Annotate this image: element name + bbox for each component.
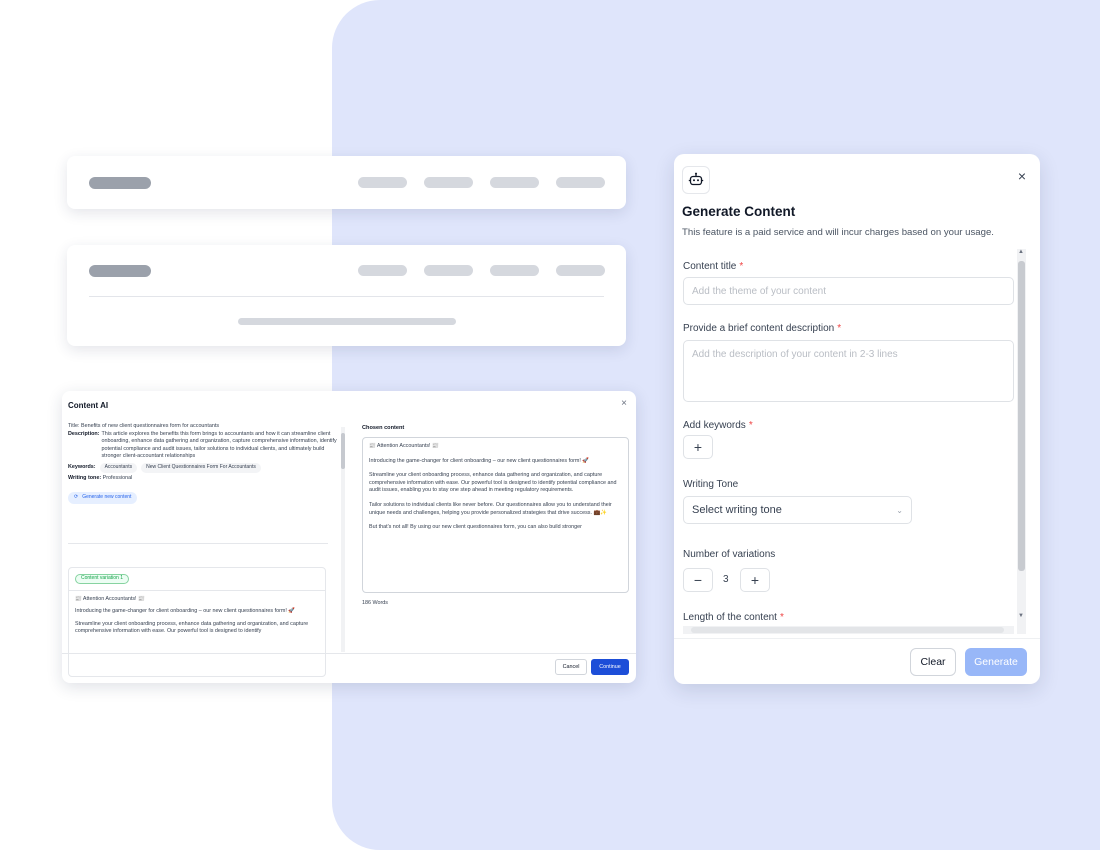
close-icon[interactable]: × — [621, 398, 627, 409]
chosen-paragraph: Introducing the game-changer for client … — [369, 457, 590, 464]
skeleton-card-top — [67, 156, 626, 209]
variations-label: Number of variations — [683, 549, 776, 560]
skeleton-title-bar — [89, 177, 151, 189]
increment-button[interactable]: + — [740, 568, 770, 592]
scroll-up-icon[interactable]: ▲ — [1018, 249, 1024, 255]
skeleton-nav-bar — [556, 265, 605, 276]
content-ai-modal: Content AI × Title: Benefits of new clie… — [62, 391, 636, 683]
description-label: Description: — [68, 430, 100, 437]
scrollbar-thumb[interactable] — [341, 433, 345, 469]
chosen-paragraph: Streamline your client onboarding proces… — [369, 472, 617, 494]
content-title-input[interactable]: Add the theme of your content — [683, 277, 1014, 305]
summary-keywords: Keywords: Accountants New Client Questio… — [68, 462, 338, 473]
required-mark: * — [739, 261, 744, 272]
scrollbar-thumb[interactable] — [691, 627, 1004, 633]
add-keyword-button[interactable]: + — [683, 435, 713, 459]
skeleton-text-bar — [238, 318, 456, 325]
close-icon[interactable]: × — [1018, 168, 1026, 184]
length-label: Length of the content * — [683, 612, 784, 623]
word-count: 186 Words — [362, 600, 388, 606]
decrement-button[interactable]: − — [683, 568, 713, 592]
content-variation-card[interactable]: Content variation 1 📰 Attention Accounta… — [68, 567, 326, 677]
select-value: Select writing tone — [692, 504, 782, 516]
required-mark: * — [748, 420, 753, 431]
summary-tone: Writing tone: Professional — [68, 475, 338, 483]
generate-button[interactable]: Generate — [965, 648, 1027, 676]
writing-tone-select[interactable]: Select writing tone ⌄ — [683, 496, 912, 524]
minus-icon: − — [693, 572, 703, 588]
description-value: This article explores the benefits this … — [101, 430, 337, 460]
skeleton-nav-bar — [358, 265, 407, 276]
keyword-chip: Accountants — [99, 462, 138, 473]
chosen-content-editor[interactable]: 📰 Attention Accountants! 📰 Introducing t… — [362, 437, 629, 593]
label-text: Provide a brief content description — [683, 323, 835, 334]
generate-new-content-button[interactable]: ⟳ Generate new content — [68, 492, 138, 504]
required-mark: * — [837, 323, 842, 334]
chosen-content-title: Chosen content — [362, 425, 405, 431]
form-body: Content title * Add the theme of your con… — [674, 249, 1040, 635]
generate-new-content-label: Generate new content — [82, 494, 132, 501]
skeleton-nav-bar — [358, 177, 407, 188]
horizontal-scrollbar[interactable] — [683, 626, 1014, 634]
skeleton-title-bar — [89, 265, 151, 277]
variations-value: 3 — [723, 574, 729, 585]
skeleton-nav-bar — [490, 265, 539, 276]
content-title-label: Content title * — [683, 261, 743, 272]
plus-icon: + — [693, 439, 703, 455]
skeleton-card-middle — [67, 245, 626, 346]
chevron-down-icon: ⌄ — [896, 505, 903, 515]
textarea-placeholder: Add the description of your content in 2… — [692, 349, 898, 360]
chosen-paragraph: But that's not all! By using our new cli… — [369, 524, 582, 531]
title-label: Title: — [68, 423, 80, 429]
variation-paragraph: Introducing the game-changer for client … — [75, 608, 296, 615]
label-text: Length of the content — [683, 612, 777, 623]
modal-title: Generate Content — [682, 204, 796, 219]
clear-button[interactable]: Clear — [910, 648, 956, 676]
tone-value: Professional — [102, 474, 133, 481]
keywords-label: Add keywords * — [683, 420, 753, 431]
modal-title: Content AI — [68, 401, 109, 410]
required-mark: * — [779, 612, 784, 623]
variation-paragraph: Streamline your client onboarding proces… — [75, 620, 309, 635]
summary-title: Title: Benefits of new client questionna… — [68, 423, 338, 431]
scrollbar-thumb[interactable] — [1018, 261, 1025, 571]
scroll-down-icon[interactable]: ▼ — [1018, 613, 1024, 619]
content-summary: Title: Benefits of new client questionna… — [68, 423, 338, 504]
variation-heading: 📰 Attention Accountants! 📰 — [75, 595, 145, 602]
variation-badge: Content variation 1 — [75, 574, 129, 584]
summary-description: Description: This article explores the b… — [68, 431, 338, 461]
description-label: Provide a brief content description * — [683, 323, 841, 334]
description-textarea[interactable]: Add the description of your content in 2… — [683, 340, 1014, 402]
skeleton-nav-bar — [424, 177, 473, 188]
generate-content-modal: × Generate Content This feature is a pai… — [674, 154, 1040, 684]
robot-icon — [682, 166, 710, 194]
left-scrollbar[interactable] — [341, 427, 345, 652]
footer-divider — [62, 653, 636, 654]
tone-label: Writing tone: — [68, 474, 102, 481]
footer-divider — [674, 638, 1040, 639]
plus-icon: + — [750, 572, 760, 588]
keywords-label: Keywords: — [68, 463, 96, 470]
chosen-paragraph: Tailor solutions to individual clients l… — [369, 501, 612, 516]
continue-button[interactable]: Continue — [591, 659, 629, 675]
skeleton-nav-bar — [490, 177, 539, 188]
skeleton-nav-bar — [424, 265, 473, 276]
section-divider — [68, 543, 328, 544]
keyword-chip: New Client Questionnaires Form For Accou… — [141, 462, 261, 473]
input-placeholder: Add the theme of your content — [692, 285, 826, 297]
title-value: Benefits of new client questionnaires fo… — [80, 423, 220, 429]
cancel-button[interactable]: Cancel — [555, 659, 587, 675]
vertical-scrollbar[interactable]: ▲ ▼ — [1017, 249, 1026, 634]
chosen-heading: 📰 Attention Accountants! 📰 — [369, 443, 439, 449]
label-text: Add keywords — [683, 420, 746, 431]
writing-tone-label: Writing Tone — [683, 479, 739, 490]
label-text: Content title — [683, 261, 737, 272]
variation-divider — [69, 589, 325, 591]
skeleton-nav-bar — [556, 177, 605, 188]
refresh-icon: ⟳ — [74, 494, 79, 501]
modal-subtitle: This feature is a paid service and will … — [682, 227, 994, 238]
skeleton-divider — [89, 296, 604, 297]
